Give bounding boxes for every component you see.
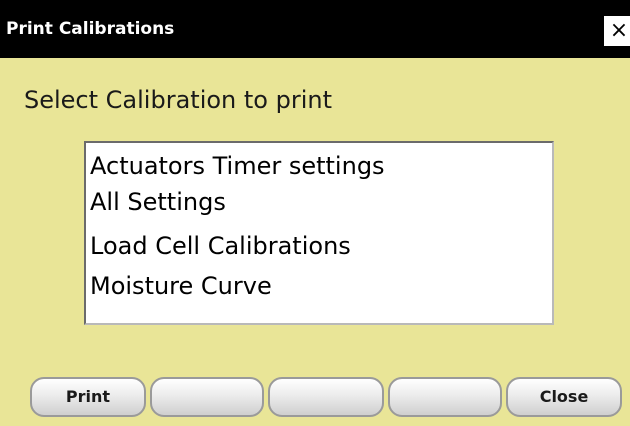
- list-item-actuators-timer-settings[interactable]: Actuators Timer settings: [90, 147, 385, 185]
- list-item-load-cell-calibrations[interactable]: Load Cell Calibrations: [90, 227, 351, 265]
- blank-button-2[interactable]: [268, 377, 384, 417]
- window-title: Print Calibrations: [6, 19, 175, 39]
- blank-button-1[interactable]: [150, 377, 264, 417]
- prompt-label: Select Calibration to print: [24, 86, 332, 114]
- print-calibrations-dialog: Print Calibrations × Select Calibration …: [0, 0, 630, 426]
- title-bar: Print Calibrations: [0, 0, 630, 58]
- close-button[interactable]: Close: [506, 377, 622, 417]
- print-button[interactable]: Print: [30, 377, 146, 417]
- blank-button-3[interactable]: [388, 377, 502, 417]
- list-item-all-settings[interactable]: All Settings: [90, 183, 226, 221]
- list-item-moisture-curve[interactable]: Moisture Curve: [90, 267, 272, 305]
- calibration-list[interactable]: Actuators Timer settings All Settings Lo…: [84, 141, 554, 325]
- close-icon[interactable]: ×: [604, 16, 630, 46]
